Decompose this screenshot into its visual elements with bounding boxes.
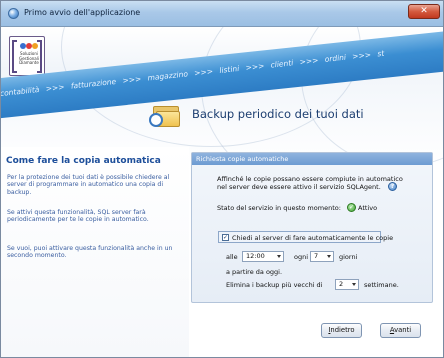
info-line-2: nel server deve essere attivo il servizi… bbox=[217, 183, 381, 191]
auto-backup-checkbox[interactable]: ✓ bbox=[222, 234, 229, 241]
auto-backup-option[interactable]: ✓ Chiedi al server di fare automaticamen… bbox=[218, 231, 393, 243]
weeks-select[interactable]: 2 bbox=[335, 279, 359, 290]
ribbon-item: listini bbox=[218, 63, 240, 75]
ribbon-separator: >>> bbox=[45, 82, 65, 94]
days-select[interactable]: 7 bbox=[310, 251, 334, 262]
ribbon-separator: >>> bbox=[121, 74, 142, 86]
every-label: ogni bbox=[294, 253, 309, 261]
help-paragraph-1: Per la protezione dei tuoi dati è possib… bbox=[7, 174, 170, 196]
header-banner: Soluzioni Gestionali Diamante contabilit… bbox=[1, 27, 443, 166]
company-logo: Soluzioni Gestionali Diamante bbox=[9, 36, 45, 76]
help-title: Come fare la copia automatica bbox=[6, 156, 161, 166]
help-icon[interactable]: ? bbox=[388, 182, 397, 191]
chevron-down-icon bbox=[327, 255, 331, 258]
auto-backup-group: Richiesta copie automatiche Affinché le … bbox=[191, 152, 433, 303]
window-title: Primo avvio dell'applicazione bbox=[24, 8, 141, 17]
ribbon-separator: >>> bbox=[193, 66, 214, 78]
help-paragraph-3: Se vuoi, puoi attivare questa funzionali… bbox=[7, 245, 173, 260]
time-select[interactable]: 12:00 bbox=[242, 251, 284, 262]
service-status-value: Attivo bbox=[358, 204, 378, 212]
days-select-value: 7 bbox=[314, 252, 319, 260]
clock-icon bbox=[149, 113, 163, 127]
auto-backup-checkbox-label[interactable]: Chiedi al server di fare automaticamente… bbox=[232, 234, 393, 242]
days-label: giorni bbox=[339, 253, 358, 261]
title-bar[interactable]: Primo avvio dell'applicazione ✕ bbox=[1, 1, 443, 27]
ribbon-item: clienti bbox=[270, 58, 294, 70]
ribbon-item: st bbox=[376, 48, 385, 59]
ribbon-separator: >>> bbox=[351, 50, 372, 61]
ribbon-item: ordini bbox=[324, 52, 347, 64]
weeks-label: settimane. bbox=[364, 281, 399, 289]
help-panel: Come fare la copia automatica Per la pro… bbox=[1, 147, 189, 357]
app-icon bbox=[8, 8, 19, 19]
backup-folder-icon bbox=[149, 103, 180, 127]
weeks-select-value: 2 bbox=[339, 280, 344, 288]
chevron-down-icon bbox=[277, 255, 281, 258]
logo-line-3: Diamante bbox=[19, 60, 39, 65]
service-status-label: Stato del servizio in questo momento: bbox=[217, 204, 341, 212]
time-label: alle bbox=[226, 253, 238, 261]
ribbon-separator: >>> bbox=[245, 61, 265, 73]
group-header: Richiesta copie automatiche bbox=[192, 153, 432, 165]
help-paragraph-2: Se attivi questa funzionalità, SQL serve… bbox=[7, 209, 149, 224]
page-title: Backup periodico dei tuoi dati bbox=[192, 107, 364, 121]
delete-older-label: Elimina i backup più vecchi di bbox=[226, 281, 323, 289]
next-button-label: vanti bbox=[394, 326, 412, 334]
back-button-label: ndietro bbox=[330, 326, 355, 334]
chevron-down-icon bbox=[352, 283, 356, 286]
next-button[interactable]: Avanti bbox=[380, 323, 421, 338]
time-select-value: 12:00 bbox=[246, 252, 265, 260]
application-window: Primo avvio dell'applicazione ✕ Soluzion… bbox=[0, 0, 444, 358]
from-today-label: a partire da oggi. bbox=[226, 268, 283, 276]
back-button[interactable]: Indietro bbox=[321, 323, 362, 338]
ribbon-separator: >>> bbox=[299, 55, 319, 67]
info-line-1: Affinché le copie possano essere compiut… bbox=[217, 175, 403, 183]
close-button[interactable]: ✕ bbox=[408, 4, 440, 19]
status-ok-icon: ✓ bbox=[347, 203, 356, 212]
